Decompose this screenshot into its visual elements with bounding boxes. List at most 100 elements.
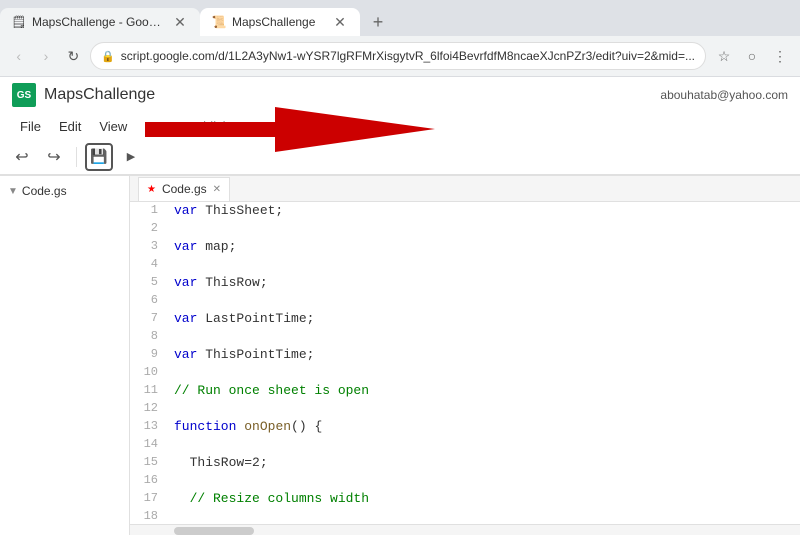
line-code: var LastPointTime; [170,310,800,328]
script-favicon: 📜 [212,15,226,29]
profile-icon[interactable]: ○ [740,44,764,68]
table-row: 8 [130,328,800,346]
menu-publish[interactable]: Publish [179,117,238,136]
code-content[interactable]: 1var ThisSheet;23var map;45var ThisRow;6… [130,202,800,524]
table-row: 13function onOpen() { [130,418,800,436]
new-tab-button[interactable]: + [364,8,392,36]
table-row: 11// Run once sheet is open [130,382,800,400]
table-row: 2 [130,220,800,238]
line-code [170,292,800,310]
bookmark-icon[interactable]: ☆ [712,44,736,68]
line-number: 10 [130,364,170,382]
address-bar: ‹ › ↻ 🔒 script.google.com/d/1L2A3yNw1-wY… [0,36,800,76]
scrollbar-thumb[interactable] [174,527,254,535]
app-name: MapsChallenge [44,86,155,104]
back-button[interactable]: ‹ [8,43,29,69]
line-number: 1 [130,202,170,220]
horizontal-scrollbar[interactable] [130,524,800,535]
redo-button[interactable]: ↪ [40,143,68,171]
table-row: 7var LastPointTime; [130,310,800,328]
menu-run[interactable]: Run [137,117,177,136]
toolbar: ↩ ↪ 💾 ▶ [0,139,800,175]
line-number: 8 [130,328,170,346]
line-code: ThisRow=2; [170,454,800,472]
run-button[interactable]: ▶ [117,143,145,171]
table-row: 1var ThisSheet; [130,202,800,220]
line-number: 7 [130,310,170,328]
line-code [170,472,800,490]
tab-script[interactable]: 📜 MapsChallenge ✕ [200,8,360,36]
line-number: 15 [130,454,170,472]
user-email: abouhatab@yahoo.com [660,88,788,102]
editor-tab-label: Code.gs [162,182,207,196]
table-row: 5var ThisRow; [130,274,800,292]
table-row: 6 [130,292,800,310]
sheets-favicon: 🗒 [12,15,26,29]
line-code: // Resize columns width [170,490,800,508]
refresh-button[interactable]: ↻ [63,43,84,69]
table-row: 4 [130,256,800,274]
code-area: ★ Code.gs ✕ 1var ThisSheet;23var map;45v… [130,176,800,535]
editor-tab-bar: ★ Code.gs ✕ [130,176,800,202]
table-row: 16 [130,472,800,490]
undo-button[interactable]: ↩ [8,143,36,171]
tab-sheets[interactable]: 🗒 MapsChallenge - Google Sheets ✕ [0,8,200,36]
line-code: function onOpen() { [170,418,800,436]
menu-resources[interactable]: Resources [240,117,318,136]
line-number: 6 [130,292,170,310]
code-table: 1var ThisSheet;23var map;45var ThisRow;6… [130,202,800,524]
tab-script-close[interactable]: ✕ [332,14,348,30]
app-logo: GS [12,83,36,107]
menu-view[interactable]: View [91,117,135,136]
editor-tab-code-gs[interactable]: ★ Code.gs ✕ [138,177,230,201]
line-code: var ThisSheet; [170,202,800,220]
line-code [170,400,800,418]
line-code [170,220,800,238]
app-title-bar: GS MapsChallenge abouhatab@yahoo.com [0,77,800,113]
line-code [170,256,800,274]
menu-dots-icon[interactable]: ⋮ [768,44,792,68]
line-code: // Run once sheet is open [170,382,800,400]
menu-edit[interactable]: Edit [51,117,89,136]
line-number: 4 [130,256,170,274]
tab-sheets-close[interactable]: ✕ [172,14,188,30]
url-bar[interactable]: 🔒 script.google.com/d/1L2A3yNw1-wYSR7lgR… [90,42,706,70]
table-row: 15 ThisRow=2; [130,454,800,472]
line-number: 18 [130,508,170,524]
line-number: 17 [130,490,170,508]
table-row: 12 [130,400,800,418]
url-text: script.google.com/d/1L2A3yNw1-wYSR7lgRFM… [121,49,695,63]
line-number: 2 [130,220,170,238]
table-row: 10 [130,364,800,382]
menu-bar: File Edit View Run Publish Resources Hel… [0,113,800,139]
file-item-code-gs[interactable]: ▼ Code.gs [0,180,129,202]
line-number: 14 [130,436,170,454]
menu-file[interactable]: File [12,117,49,136]
table-row: 17 // Resize columns width [130,490,800,508]
tab-sheets-title: MapsChallenge - Google Sheets [32,15,166,29]
file-arrow-icon: ▼ [8,186,18,197]
line-code: var ThisPointTime; [170,346,800,364]
table-row: 14 [130,436,800,454]
table-row: 9var ThisPointTime; [130,346,800,364]
table-row: 3var map; [130,238,800,256]
editor-tab-close-icon[interactable]: ✕ [213,184,221,195]
tab-script-title: MapsChallenge [232,15,326,29]
forward-button[interactable]: › [35,43,56,69]
line-code: var map; [170,238,800,256]
line-code: var ThisRow; [170,274,800,292]
editor-tab-modified-icon: ★ [147,184,156,195]
save-button[interactable]: 💾 [85,143,113,171]
line-number: 3 [130,238,170,256]
editor-layout: ▼ Code.gs ★ Code.gs ✕ 1var ThisSheet;23v… [0,176,800,535]
line-code [170,508,800,524]
page-wrapper: 🗒 MapsChallenge - Google Sheets ✕ 📜 Maps… [0,0,800,535]
file-name-label: Code.gs [22,184,121,198]
menu-help[interactable]: Help [320,117,363,136]
line-number: 12 [130,400,170,418]
line-number: 13 [130,418,170,436]
line-number: 9 [130,346,170,364]
app-header: GS MapsChallenge abouhatab@yahoo.com Fil… [0,77,800,176]
file-panel: ▼ Code.gs [0,176,130,535]
line-number: 5 [130,274,170,292]
